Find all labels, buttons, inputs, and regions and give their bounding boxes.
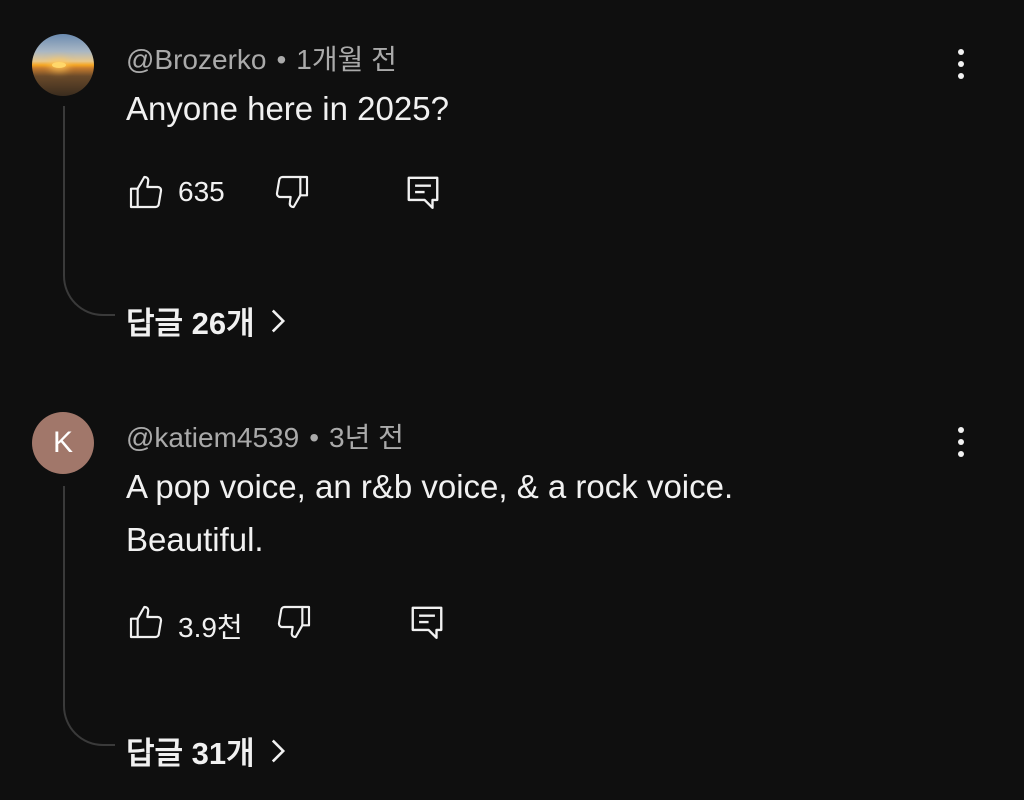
avatar[interactable] [32,34,94,96]
thumbs-up-icon[interactable] [126,602,166,642]
chevron-right-icon [271,739,285,762]
avatar[interactable]: K [32,412,94,474]
comment-meta: @Brozerko • 1개월 전 [126,38,397,78]
more-options-button[interactable] [946,44,976,84]
thumbs-up-icon[interactable] [126,172,166,212]
comment-timestamp[interactable]: 3년 전 [329,422,404,453]
more-dot [958,61,964,67]
comment-text: Anyone here in 2025? [126,90,449,127]
more-dot [958,439,964,445]
more-dot [958,451,964,457]
reply-comment-icon[interactable] [404,172,442,212]
comment-meta: @katiem4539 • 3년 전 [126,416,404,456]
view-replies-button[interactable]: 답글 31개 [126,728,287,773]
comment-timestamp[interactable]: 1개월 전 [296,44,397,75]
like-count: 635 [178,176,225,207]
thread-connector-line [63,486,115,746]
meta-separator: • [276,44,287,75]
replies-label: 답글 26개 [126,306,255,341]
like-count: 3.9천 [178,612,243,643]
reply-comment-icon[interactable] [408,602,446,642]
comment-author[interactable]: @katiem4539 [126,422,299,453]
thumbs-down-icon[interactable] [272,172,312,212]
thumbs-down-icon[interactable] [274,602,314,642]
more-vertical-icon [958,427,964,433]
more-dot [958,73,964,79]
chevron-right-icon [271,309,285,332]
comment-author[interactable]: @Brozerko [126,44,266,75]
thread-connector-line [63,106,115,316]
sun-graphic [52,62,66,68]
view-replies-button[interactable]: 답글 26개 [126,298,287,343]
more-options-button[interactable] [946,422,976,462]
comment-actions: 3.9천 [126,602,526,646]
more-vertical-icon [958,49,964,55]
replies-label: 답글 31개 [126,736,255,771]
comment-text: A pop voice, an r&b voice, & a rock voic… [126,468,734,558]
comment-actions: 635 [126,172,526,216]
meta-separator: • [309,422,319,453]
